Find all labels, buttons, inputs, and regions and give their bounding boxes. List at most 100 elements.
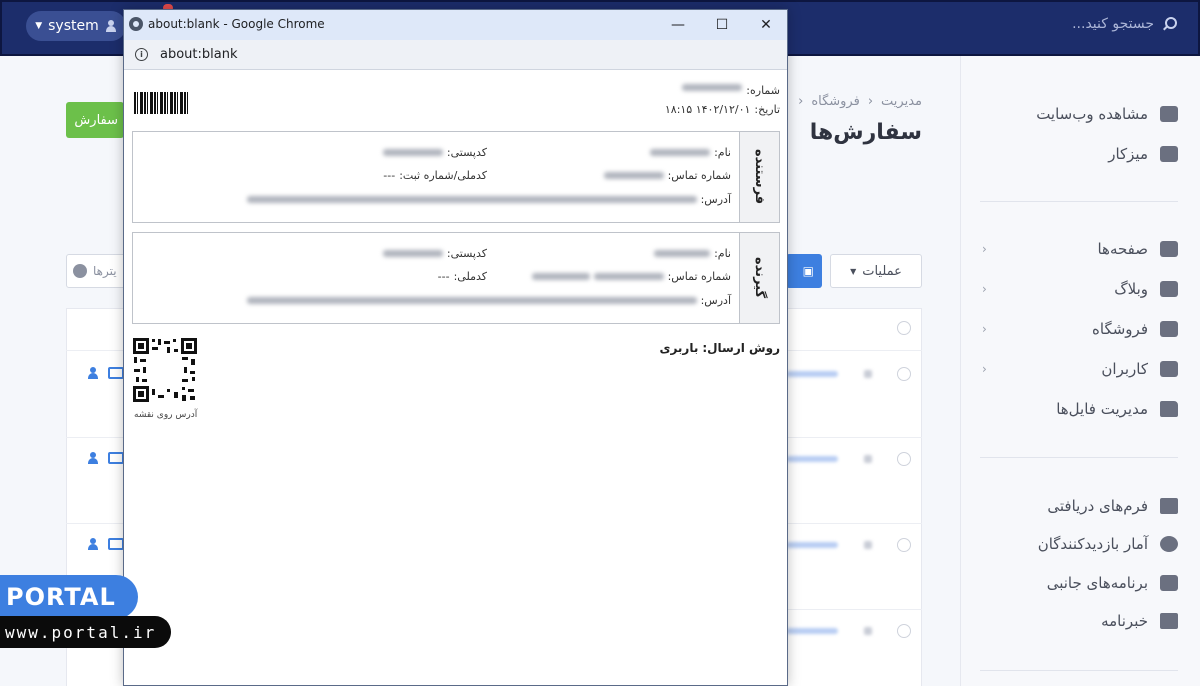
watermark-brand: PORTAL	[0, 575, 138, 619]
sidebar-item-forms[interactable]: فرم‌های دریافتی	[982, 494, 1178, 518]
sidebar-item-label: آمار بازدیدکنندگان	[1037, 535, 1148, 553]
sidebar-item-file-manager[interactable]: مدیریت فایل‌ها	[982, 397, 1178, 421]
row-checkbox[interactable]	[897, 367, 911, 381]
info-icon[interactable]: i	[135, 48, 148, 61]
cart-icon	[1160, 321, 1178, 337]
qr-caption: آدرس روی نقشه	[134, 410, 198, 420]
sidebar-item-label: وبلاگ	[1114, 280, 1148, 298]
sidebar-item-blog[interactable]: وبلاگ ‹	[982, 277, 1178, 301]
user-icon[interactable]	[88, 538, 98, 550]
map-qr-code[interactable]	[132, 337, 198, 403]
pencil-icon	[1160, 281, 1178, 297]
maximize-button[interactable]: ☐	[702, 14, 742, 36]
minimize-button[interactable]: —	[658, 14, 698, 36]
breadcrumb-item[interactable]: مدیریت	[881, 94, 922, 109]
chrome-icon	[129, 17, 143, 31]
row-checkbox[interactable]	[897, 624, 911, 638]
shipping-value: باربری	[659, 341, 699, 355]
sidebar-divider	[980, 201, 1178, 202]
caret-down-icon: ▼	[35, 21, 43, 31]
user-icon[interactable]	[88, 452, 98, 464]
sender-address: آدرس:	[246, 193, 731, 206]
sidebar-item-shop[interactable]: فروشگاه ‹	[982, 317, 1178, 341]
sender-heading-cell: فرستنده	[739, 132, 779, 222]
sidebar-item-label: خبرنامه	[1101, 612, 1148, 630]
order-link[interactable]	[786, 628, 838, 634]
url-text: about:blank	[160, 47, 238, 62]
watermark-url: www.portal.ir	[0, 616, 171, 648]
address-bar[interactable]: i about:blank	[124, 40, 787, 70]
redacted-value	[593, 273, 664, 280]
sender-postal: کدپستی:	[382, 146, 487, 159]
sidebar-item-label: فرم‌های دریافتی	[1047, 497, 1148, 515]
sidebar-item-dashboard[interactable]: میزکار	[982, 142, 1178, 166]
sidebar-item-view-website[interactable]: مشاهده وب‌سایت	[982, 102, 1178, 126]
sidebar-item-plugins[interactable]: برنامه‌های جانبی	[982, 571, 1178, 595]
print-button[interactable]: ▣	[786, 254, 822, 288]
field-label: نام:	[714, 146, 731, 159]
folder-icon	[1160, 401, 1178, 417]
receiver-national-id: کدملی: ---	[438, 270, 487, 283]
number-label: شماره:	[746, 84, 780, 97]
row-number	[864, 541, 872, 549]
invoice-number: شماره:	[682, 84, 780, 97]
row-number	[864, 627, 872, 635]
sidebar-item-stats[interactable]: آمار بازدیدکنندگان	[982, 532, 1178, 556]
sidebar-item-label: مشاهده وب‌سایت	[1036, 105, 1148, 123]
chevron-left-icon: ‹	[982, 322, 987, 336]
breadcrumb-separator: ‹	[867, 94, 874, 109]
row-checkbox[interactable]	[897, 452, 911, 466]
select-all-checkbox[interactable]	[897, 321, 911, 335]
envelope-icon	[1160, 498, 1178, 514]
top-search[interactable]: جستجو کنید...	[1072, 16, 1177, 32]
breadcrumb: مدیریت ‹ فروشگاه ‹	[798, 94, 922, 109]
caret-down-icon: ▼	[850, 266, 857, 276]
add-order-button[interactable]: سفارش	[66, 102, 124, 138]
close-button[interactable]: ✕	[746, 14, 786, 36]
field-label: شماره تماس:	[667, 169, 731, 182]
receiver-address: آدرس:	[246, 294, 731, 307]
user-menu-label: system	[48, 18, 99, 34]
filter-icon	[73, 264, 87, 278]
field-label: شماره تماس:	[667, 270, 731, 283]
home-icon	[1160, 146, 1178, 162]
filter-box[interactable]: یترها	[66, 254, 126, 288]
sender-national-id: کدملی/شماره ثبت: ---	[383, 169, 487, 182]
receiver-heading-cell: گیرنده	[739, 233, 779, 323]
newspaper-icon	[1160, 613, 1178, 629]
sidebar-item-pages[interactable]: صفحه‌ها ‹	[982, 237, 1178, 261]
credit-card-icon[interactable]	[108, 367, 124, 379]
pie-chart-icon	[1160, 536, 1178, 552]
pages-icon	[1160, 241, 1178, 257]
field-label: آدرس:	[700, 294, 731, 307]
sidebar: مشاهده وب‌سایت میزکار صفحه‌ها ‹ وبلاگ ‹ …	[960, 56, 1200, 686]
sidebar-item-label: کاربران	[1101, 360, 1148, 378]
sidebar-divider	[980, 670, 1178, 671]
order-link[interactable]	[786, 371, 838, 377]
redacted-value	[654, 250, 711, 257]
field-label: کدپستی:	[446, 146, 487, 159]
row-number	[864, 370, 872, 378]
row-checkbox[interactable]	[897, 538, 911, 552]
operations-dropdown[interactable]: عملیات ▼	[830, 254, 922, 288]
receiver-name: نام:	[654, 247, 731, 260]
order-link[interactable]	[786, 456, 838, 462]
redacted-value	[650, 149, 711, 156]
user-icon[interactable]	[88, 367, 98, 379]
sidebar-item-label: مدیریت فایل‌ها	[1056, 400, 1148, 418]
user-menu-button[interactable]: ▼ system	[26, 11, 126, 41]
breadcrumb-separator: ‹	[798, 94, 804, 109]
user-icon	[105, 20, 117, 32]
receiver-phone: شماره تماس:	[531, 270, 731, 283]
redacted-value	[603, 172, 664, 179]
window-titlebar[interactable]: about:blank - Google Chrome — ☐ ✕	[124, 10, 787, 40]
breadcrumb-item[interactable]: فروشگاه	[811, 94, 860, 109]
credit-card-icon[interactable]	[108, 538, 124, 550]
users-icon	[1160, 361, 1178, 377]
redacted-value	[382, 250, 443, 257]
order-link[interactable]	[786, 542, 838, 548]
credit-card-icon[interactable]	[108, 452, 124, 464]
sidebar-item-newsletter[interactable]: خبرنامه	[982, 609, 1178, 633]
sidebar-item-users[interactable]: کاربران ‹	[982, 357, 1178, 381]
shipping-method: روش ارسال: باربری	[659, 341, 780, 355]
